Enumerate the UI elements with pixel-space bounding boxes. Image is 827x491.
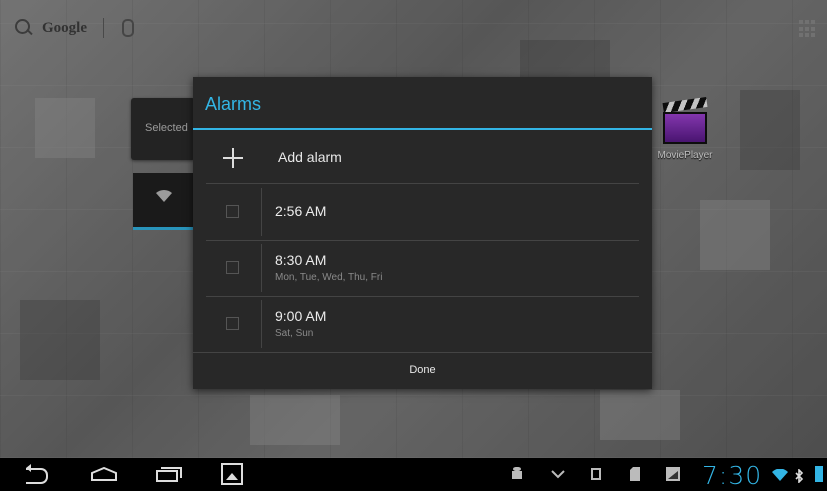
done-button[interactable]: Done	[193, 352, 652, 390]
usb-icon[interactable]	[590, 467, 602, 484]
wifi-signal-icon[interactable]	[772, 468, 788, 485]
sd-card-icon[interactable]	[630, 467, 640, 484]
alarm-enable-checkbox[interactable]	[226, 317, 239, 330]
plus-icon	[223, 148, 243, 168]
dialog-title: Alarms	[205, 94, 262, 114]
android-debug-icon[interactable]	[511, 467, 523, 484]
row-divider	[261, 188, 262, 236]
add-alarm-label: Add alarm	[278, 149, 342, 165]
recent-apps-icon[interactable]	[156, 466, 182, 482]
alarm-days: Sat, Sun	[275, 328, 314, 339]
alarm-time: 9:00 AM	[275, 308, 327, 324]
home-icon[interactable]	[91, 467, 117, 481]
gallery-icon[interactable]	[221, 463, 243, 485]
chevron-down-icon[interactable]	[551, 467, 565, 482]
row-divider	[261, 300, 262, 348]
alarm-row[interactable]: 8:30 AM Mon, Tue, Wed, Thu, Fri	[206, 240, 639, 297]
back-icon[interactable]	[26, 464, 48, 484]
battery-icon[interactable]	[815, 466, 823, 482]
screenshot-icon[interactable]	[666, 467, 680, 484]
alarm-row[interactable]: 2:56 AM	[206, 184, 639, 241]
done-label: Done	[409, 364, 436, 376]
alarm-time: 8:30 AM	[275, 252, 327, 268]
alarm-row[interactable]: 9:00 AM Sat, Sun	[206, 296, 639, 353]
system-nav-bar: 7:30	[0, 458, 827, 491]
alarm-time: 2:56 AM	[275, 203, 327, 219]
alarm-days: Mon, Tue, Wed, Thu, Fri	[275, 272, 383, 283]
title-divider	[193, 128, 652, 130]
row-divider	[261, 244, 262, 292]
status-clock[interactable]: 7:30	[702, 461, 762, 490]
alarm-enable-checkbox[interactable]	[226, 261, 239, 274]
bluetooth-icon[interactable]	[795, 468, 804, 486]
alarm-enable-checkbox[interactable]	[226, 205, 239, 218]
alarms-dialog: Alarms Add alarm 2:56 AM 8:30 AM Mon, Tu…	[193, 77, 652, 389]
add-alarm-button[interactable]: Add alarm	[206, 131, 639, 184]
